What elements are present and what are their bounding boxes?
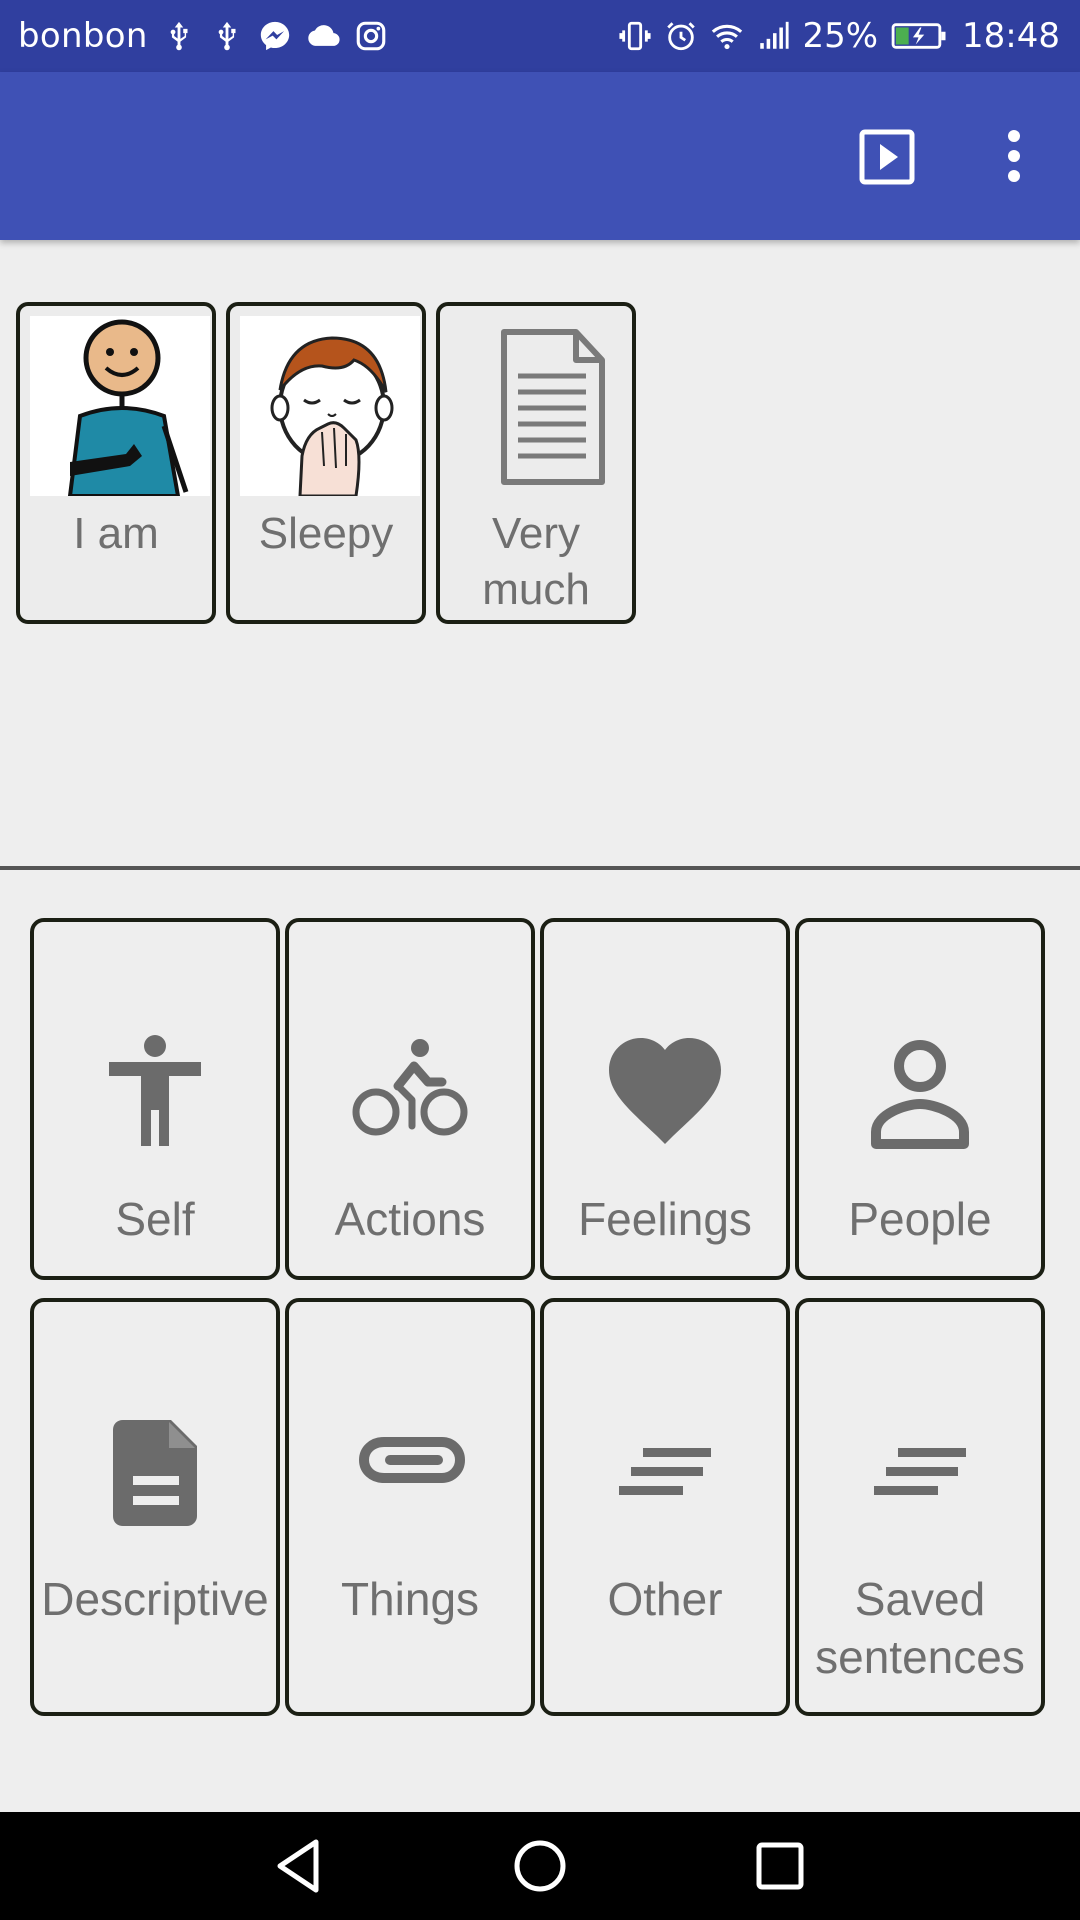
recents-button[interactable] <box>750 1836 810 1896</box>
status-time: 18:48 <box>962 16 1060 56</box>
category-descriptive[interactable]: Descriptive <box>30 1298 280 1716</box>
status-left: bonbon <box>18 0 388 72</box>
description-icon <box>34 1412 276 1532</box>
cloud-icon <box>306 19 340 53</box>
play-icon <box>859 129 915 185</box>
category-saved-sentences[interactable]: Saved sentences <box>795 1298 1045 1716</box>
messenger-icon <box>258 19 292 53</box>
attachment-icon <box>289 1412 531 1532</box>
category-label: Actions <box>334 1193 486 1245</box>
category-label: Self <box>115 1193 195 1245</box>
carrier-name: bonbon <box>18 16 148 56</box>
category-label: Saved sentences <box>815 1573 1025 1683</box>
battery-charging-icon <box>890 19 950 53</box>
back-button[interactable] <box>270 1836 330 1896</box>
app-bar <box>0 72 1080 240</box>
category-label: Other <box>607 1573 723 1625</box>
navigation-bar <box>0 1812 1080 1920</box>
recents-icon <box>756 1842 804 1890</box>
category-people[interactable]: People <box>795 918 1045 1280</box>
battery-percent: 25% <box>802 16 879 56</box>
sentence-word-label: Sleepy <box>258 509 394 558</box>
alarm-icon <box>664 19 698 53</box>
category-things[interactable]: Things <box>285 1298 535 1716</box>
signal-icon <box>756 19 790 53</box>
vibrate-icon <box>618 19 652 53</box>
back-icon <box>277 1839 319 1893</box>
sentence-word-i-am[interactable]: I am <box>16 302 216 624</box>
short-text-icon <box>799 1412 1041 1532</box>
divider <box>0 866 1080 870</box>
instagram-icon <box>354 19 388 53</box>
sentence-word-label: I am <box>73 509 159 558</box>
sentence-word-label: Very much <box>482 509 590 614</box>
category-label: People <box>848 1193 992 1245</box>
status-right: 25% 18:48 <box>618 0 1060 72</box>
usb-icon <box>162 19 196 53</box>
more-vert-icon <box>1008 130 1020 182</box>
home-button[interactable] <box>510 1836 570 1896</box>
document-icon <box>450 316 630 496</box>
category-label: Descriptive <box>41 1573 269 1625</box>
category-self[interactable]: Self <box>30 918 280 1280</box>
person-pointing-self-icon <box>30 316 210 498</box>
sentence-word-sleepy[interactable]: Sleepy <box>226 302 426 624</box>
yawning-boy-icon <box>240 316 420 498</box>
category-label: Feelings <box>578 1193 752 1245</box>
short-text-icon <box>544 1412 786 1532</box>
person-icon <box>799 1032 1041 1152</box>
usb-icon <box>210 19 244 53</box>
category-other[interactable]: Other <box>540 1298 790 1716</box>
more-options-button[interactable] <box>990 124 1038 188</box>
category-actions[interactable]: Actions <box>285 918 535 1280</box>
accessibility-icon <box>34 1032 276 1152</box>
category-label: Things <box>340 1573 480 1625</box>
category-feelings[interactable]: Feelings <box>540 918 790 1280</box>
home-icon <box>514 1840 566 1892</box>
sentence-strip: I am Sleepy Very much <box>0 240 1080 864</box>
sentence-word-very-much[interactable]: Very much <box>436 302 636 624</box>
status-bar: bonbon 25% 18:48 <box>0 0 1080 72</box>
wifi-icon <box>710 19 744 53</box>
heart-icon <box>544 1032 786 1152</box>
play-button[interactable] <box>856 124 920 188</box>
bike-icon <box>289 1032 531 1152</box>
